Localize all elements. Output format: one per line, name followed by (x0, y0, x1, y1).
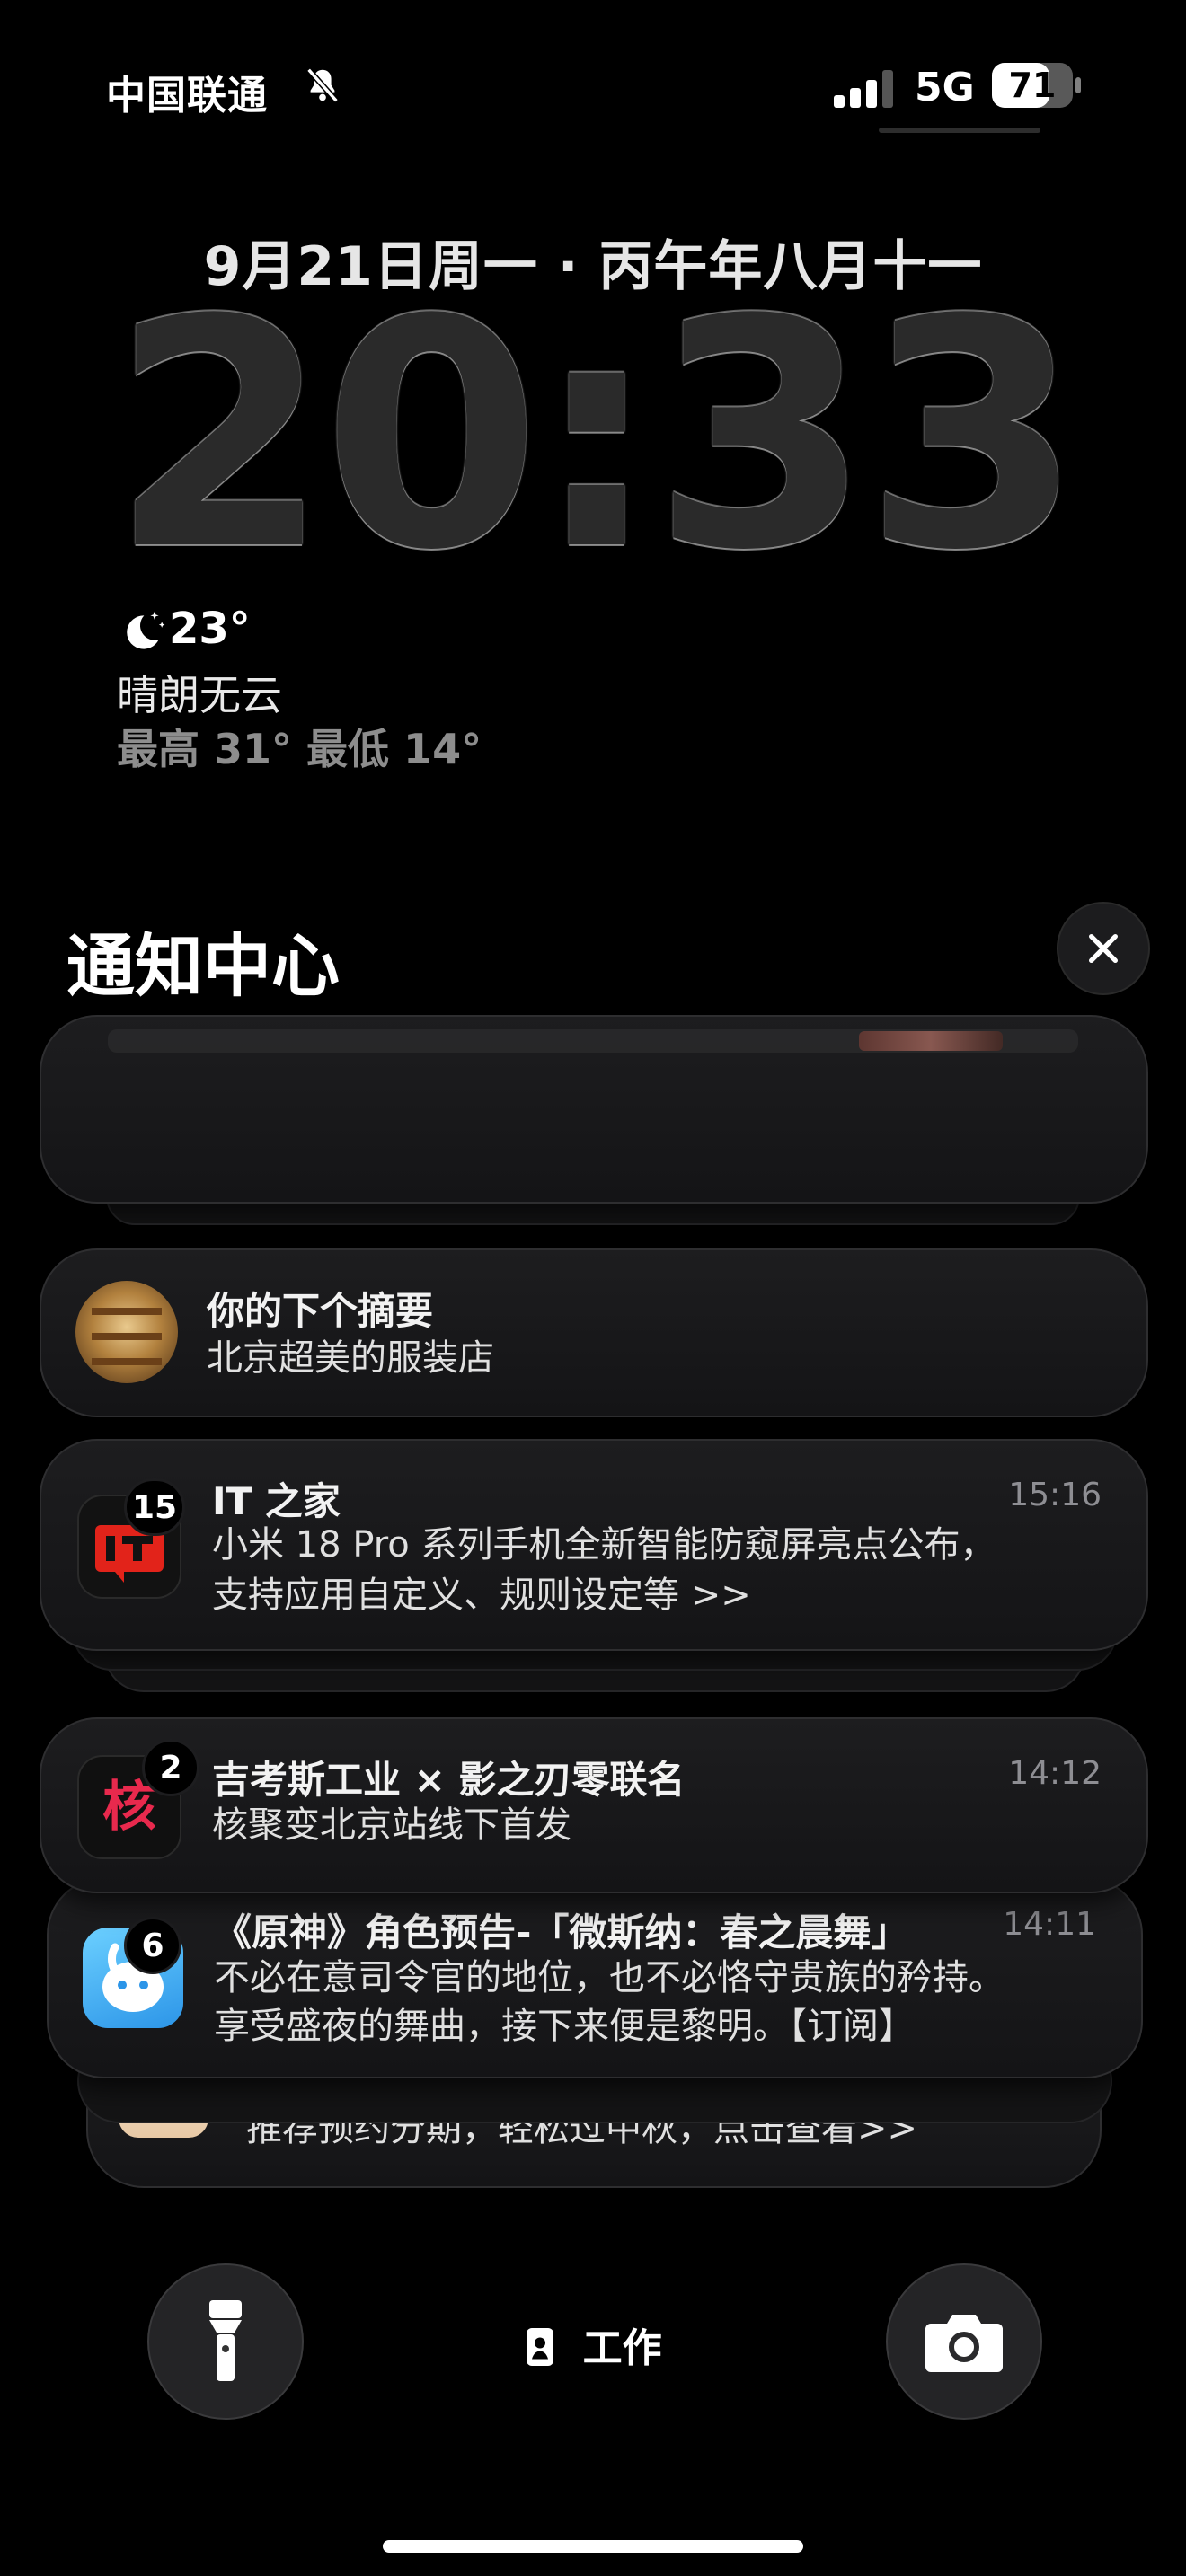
carrier-name: 中国联通 (106, 73, 268, 119)
bell-slash-icon (306, 67, 339, 103)
ithome-badge: 15 (124, 1478, 186, 1536)
notification-ithome[interactable]: 15 IT 之家 15:16 小米 18 Pro 系列手机全新智能防窥屏亮点公布… (40, 1439, 1148, 1651)
clear-notifications-button[interactable] (1057, 902, 1150, 995)
notification-stack-collapsed[interactable] (40, 1015, 1148, 1204)
notification-genshin[interactable]: 6 《原神》角色预告-「微斯纳：春之晨舞」 14:11 不必在意司令官的地位，也… (47, 1877, 1143, 2078)
weather-high-low: 最高 31° 最低 14° (117, 725, 482, 773)
kuchi-badge: 2 (142, 1739, 199, 1796)
shelf-line (92, 1358, 162, 1365)
notification-title: 你的下个摘要 (207, 1289, 434, 1333)
id-badge-icon (527, 2328, 554, 2366)
notification-kuchi[interactable]: 核 2 吉考斯工业 × 影之刃零联名 14:12 核聚变北京站线下首发 (40, 1717, 1148, 1893)
notification-body-line-1: 小米 18 Pro 系列手机全新智能防窥屏亮点公布， (212, 1524, 996, 1566)
notification-summary[interactable]: 你的下个摘要 北京超美的服装店 (40, 1248, 1148, 1417)
summary-thumbnail (75, 1281, 178, 1383)
camera-icon (925, 2315, 1003, 2372)
battery-indicator: 71 (992, 63, 1082, 108)
cellular-signal-icon (834, 70, 893, 108)
battery-level: 71 (1008, 66, 1057, 105)
notification-time: 15:16 (1008, 1477, 1102, 1513)
camera-button[interactable] (886, 2263, 1042, 2420)
close-icon (1089, 934, 1118, 963)
notification-body: 核聚变北京站线下首发 (212, 1804, 571, 1846)
genshin-badge: 6 (124, 1917, 181, 1974)
moon-stars-icon (127, 611, 165, 649)
notification-time: 14:12 (1008, 1755, 1102, 1792)
notification-time: 14:11 (1003, 1906, 1096, 1943)
network-type: 5G (915, 65, 975, 110)
home-indicator[interactable] (383, 2540, 803, 2553)
weather-condition: 晴朗无云 (117, 671, 282, 719)
notification-body-line-2: 支持应用自定义、规则设定等 >> (212, 1575, 751, 1616)
shelf-line (92, 1333, 162, 1340)
notification-app-name: IT 之家 (212, 1479, 341, 1523)
notification-center-title: 通知中心 (66, 926, 340, 1006)
notification-body-line-1: 不必在意司令官的地位，也不必恪守贵族的矜持。 (214, 1957, 1005, 1998)
notification-body-line-2: 享受盛夜的舞曲，接下来便是黎明。【订阅】 (214, 2006, 915, 2047)
shelf-line (92, 1308, 162, 1315)
notification-body: 北京超美的服装店 (207, 1337, 494, 1379)
lockscreen-clock: 20:33 (110, 252, 1083, 619)
notification-title: 《原神》角色预告-「微斯纳：春之晨舞」 (214, 1910, 909, 1954)
notification-title: 吉考斯工业 × 影之刃零联名 (212, 1758, 686, 1802)
blurred-thumbnail (859, 1031, 1003, 1051)
focus-mode-label: 工作 (582, 2325, 662, 2371)
weather-temperature: 23° (169, 604, 251, 654)
control-center-grabber[interactable] (879, 128, 1040, 133)
